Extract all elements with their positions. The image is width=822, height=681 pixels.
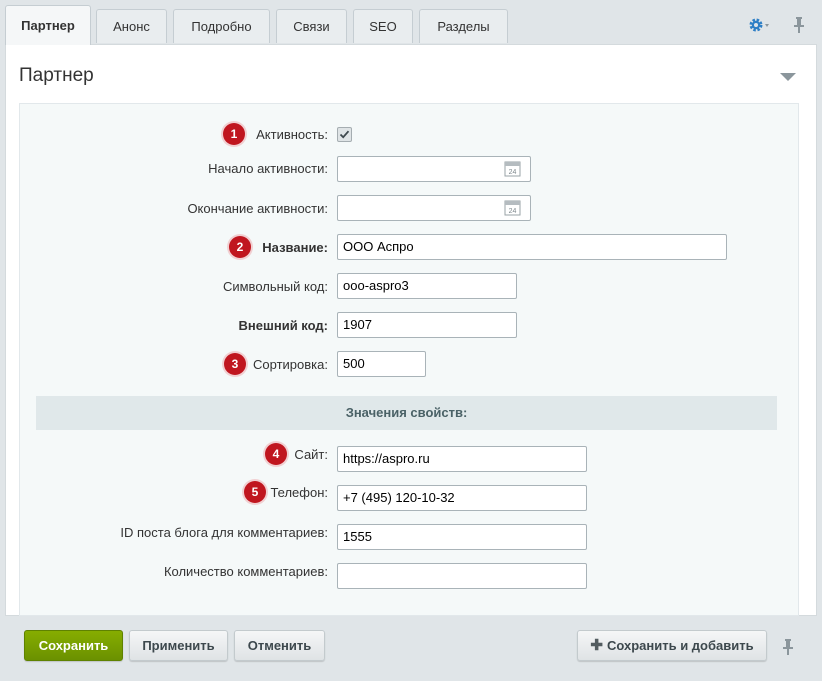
comments-count-field[interactable]: [337, 563, 587, 589]
gear-icon[interactable]: [748, 16, 770, 34]
site-label: Сайт:: [294, 447, 328, 462]
apply-button[interactable]: Применить: [129, 630, 228, 661]
sort-label: Сортировка:: [253, 357, 328, 372]
step-badge-5: 5: [244, 481, 266, 503]
external-code-field[interactable]: 1907: [337, 312, 517, 338]
step-badge-3: 3: [224, 353, 246, 375]
step-badge-4: 4: [265, 443, 287, 465]
save-and-add-label: Сохранить и добавить: [606, 638, 754, 653]
properties-section-header: Значения свойств:: [36, 396, 777, 430]
name-field[interactable]: ООО Аспро: [337, 234, 727, 260]
pin-icon[interactable]: [781, 638, 795, 656]
panel-title: Партнер: [19, 65, 94, 86]
sort-field[interactable]: 500: [337, 351, 426, 377]
cancel-button[interactable]: Отменить: [234, 630, 325, 661]
tab-details[interactable]: Подробно: [173, 9, 270, 43]
active-checkbox[interactable]: [337, 127, 352, 142]
svg-text:24: 24: [509, 169, 517, 176]
phone-field[interactable]: +7 (495) 120-10-32: [337, 485, 587, 511]
comments-count-label: Количество комментариев:: [163, 564, 328, 579]
end-date-label: Окончание активности:: [187, 201, 328, 216]
start-date-field[interactable]: [337, 156, 531, 182]
tab-partner[interactable]: Партнер: [5, 5, 91, 45]
blog-post-id-label: ID поста блога для комментариев:: [120, 525, 328, 540]
active-label: Активность:: [256, 127, 328, 142]
end-date-field[interactable]: [337, 195, 531, 221]
save-and-add-button[interactable]: ✚ Сохранить и добавить: [577, 630, 767, 661]
save-button[interactable]: Сохранить: [24, 630, 123, 661]
plus-icon: ✚: [590, 637, 603, 654]
blog-post-id-field[interactable]: 1555: [337, 524, 587, 550]
site-field[interactable]: https://aspro.ru: [337, 446, 587, 472]
collapse-arrow-icon[interactable]: [780, 73, 796, 81]
symbolic-code-field[interactable]: ooo-aspro3: [337, 273, 517, 299]
calendar-icon[interactable]: 24: [504, 160, 521, 180]
step-badge-1: 1: [223, 123, 245, 145]
external-code-label: Внешний код:: [238, 318, 328, 333]
pin-icon[interactable]: [792, 16, 806, 34]
phone-label: Телефон:: [270, 485, 328, 500]
tab-bar: Партнер Анонс Подробно Связи SEO Разделы: [0, 0, 822, 45]
tab-seo[interactable]: SEO: [353, 9, 413, 43]
check-icon: [339, 130, 350, 139]
tab-sections[interactable]: Разделы: [419, 9, 508, 43]
tab-links[interactable]: Связи: [276, 9, 347, 43]
svg-text:24: 24: [509, 208, 517, 215]
tab-announce[interactable]: Анонс: [96, 9, 167, 43]
step-badge-2: 2: [229, 236, 251, 258]
name-label: Название:: [262, 240, 328, 255]
start-date-label: Начало активности:: [208, 161, 328, 176]
symbolic-code-label: Символьный код:: [222, 279, 328, 294]
calendar-icon[interactable]: 24: [504, 199, 521, 219]
